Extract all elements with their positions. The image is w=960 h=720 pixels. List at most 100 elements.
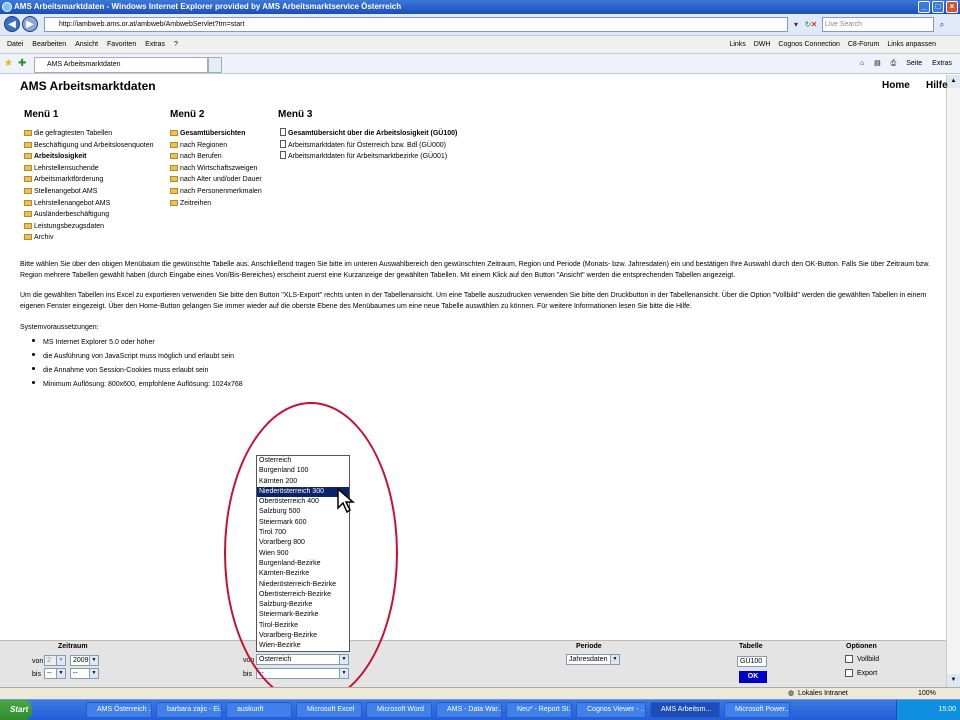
menu1-item[interactable]: Stellenangebot AMS [24, 186, 153, 198]
bis-label: bis [32, 671, 41, 678]
requirements-list: MS Internet Explorer 5.0 oder höher die … [32, 336, 243, 392]
address-row: ◀ ▶ http://iambweb.ams.or.at/ambweb/Ambw… [0, 14, 960, 36]
menu-favoriten[interactable]: Favoriten [107, 36, 136, 54]
scroll-up-icon[interactable]: ▲ [947, 75, 960, 88]
ok-button[interactable]: OK [739, 671, 767, 683]
menu2-item[interactable]: nach Personenmerkmalen [170, 186, 262, 198]
window-titlebar: AMS Arbeitsmarktdaten - Windows Internet… [0, 0, 960, 14]
export-checkbox[interactable] [845, 669, 853, 677]
tab-ams[interactable]: AMS Arbeitsmarktdaten [34, 57, 208, 73]
menu2-item[interactable]: nach Wirtschaftszweigen [170, 163, 262, 175]
periode-label: Periode [576, 643, 602, 650]
task-button[interactable]: Microsoft Excel [296, 702, 362, 718]
menu2-item[interactable]: nach Alter und/oder Dauer [170, 174, 262, 186]
von-label: von [32, 658, 44, 665]
menu3-item-selected[interactable]: Gesamtübersicht über die Arbeitslosigkei… [280, 128, 457, 140]
menu1-item[interactable]: Lehrstellensuchende [24, 163, 153, 175]
task-button[interactable]: auskunft [226, 702, 292, 718]
folder-icon [24, 187, 32, 194]
bis-year-select[interactable]: -- ▼ [70, 668, 99, 679]
task-button[interactable]: barbara zajic - Ei... [156, 702, 222, 718]
page-title: AMS Arbeitsmarktdaten [20, 79, 156, 93]
menu-help[interactable]: ? [174, 36, 178, 54]
vollbild-checkbox[interactable] [845, 655, 853, 663]
menu1-item-selected[interactable]: Arbeitslosigkeit [24, 151, 153, 163]
task-button[interactable]: Microsoft Word [366, 702, 432, 718]
status-bar: ◍ Lokales Intranet 100% [0, 687, 960, 699]
folder-icon [24, 176, 32, 183]
bis-month-select[interactable]: -- ▼ [44, 668, 66, 679]
folder-icon [24, 141, 32, 148]
menu2-item-selected[interactable]: Gesamtübersichten [170, 128, 262, 140]
menu-ansicht[interactable]: Ansicht [75, 36, 98, 54]
vertical-scrollbar[interactable]: ▲ ▼ [946, 75, 960, 687]
task-button[interactable]: AMS - Data War... [436, 702, 502, 718]
help-link[interactable]: Hilfe [926, 80, 948, 91]
menu1-item[interactable]: Lehrstellenangebot AMS [24, 198, 153, 210]
menu1-item[interactable]: Leistungsbezugsdaten [24, 221, 153, 233]
task-button-active[interactable]: AMS Arbeitsm... [650, 702, 720, 718]
address-bar[interactable]: http://iambweb.ams.or.at/ambweb/AmbwebSe… [44, 17, 788, 32]
menu-bearbeiten[interactable]: Bearbeiten [32, 36, 66, 54]
close-button[interactable]: × [946, 1, 958, 13]
periode-select[interactable]: Jahresdaten ▼ [566, 654, 620, 665]
instructions-paragraph-1: Bitte wählen Sie über den obigen Menübau… [20, 261, 931, 279]
folder-icon [170, 153, 178, 160]
minimize-button[interactable]: _ [918, 1, 930, 13]
task-button[interactable]: AMS Österreich ... [86, 702, 152, 718]
highlight-ellipse [224, 402, 398, 704]
system-requirements-label: Systemvoraussetzungen: [20, 324, 99, 331]
export-label: Export [857, 670, 878, 677]
menu1-item[interactable]: Archiv [24, 232, 153, 244]
start-button[interactable]: Start [0, 700, 32, 720]
stop-icon[interactable]: ✕ [808, 17, 820, 32]
chevron-down-icon: ▼ [56, 656, 65, 665]
search-icon[interactable]: ⌕ [936, 17, 948, 32]
favorites-star-icon[interactable]: ★ [4, 58, 13, 69]
menu3-item[interactable]: Arbeitsmarktdaten für Arbeitsmarktbezirk… [280, 151, 457, 163]
zoom-level[interactable]: 100% [918, 688, 936, 699]
address-dropdown-icon[interactable]: ▾ [790, 17, 802, 32]
print-icon[interactable]: ⎙ [891, 60, 897, 67]
task-button[interactable]: Cognos Viewer - ... [576, 702, 646, 718]
von-year-select[interactable]: 2009 ▼ [70, 655, 99, 666]
search-input[interactable]: Live Search [822, 17, 934, 32]
menu1-item[interactable]: die gefragtesten Tabellen [24, 128, 153, 140]
ie-logo-icon [2, 2, 12, 12]
link-cognos[interactable]: Cognos Connection [778, 36, 840, 54]
menu-datei[interactable]: Datei [7, 36, 23, 54]
menu2-item[interactable]: nach Berufen [170, 151, 262, 163]
menu-extras[interactable]: Extras [145, 36, 165, 54]
page-menu[interactable]: Seite [906, 60, 922, 67]
region-bis-label: bis [243, 671, 252, 678]
home-link[interactable]: Home [882, 80, 910, 91]
maximize-button[interactable]: □ [932, 1, 944, 13]
menu-bar: Datei Bearbeiten Ansicht Favoriten Extra… [0, 36, 960, 54]
home-icon[interactable]: ⌂ [860, 60, 864, 67]
feeds-icon[interactable]: ▤ [874, 60, 881, 67]
list-item: die Ausführung von JavaScript muss mögli… [32, 350, 243, 364]
tabelle-input[interactable]: GÜ100 [737, 656, 767, 667]
task-button[interactable]: Neu* - Report St... [506, 702, 572, 718]
chevron-down-icon: ▼ [89, 669, 98, 678]
extras-menu[interactable]: Extras [932, 60, 952, 67]
forward-button[interactable]: ▶ [22, 16, 38, 32]
menu1-list: die gefragtesten Tabellen Beschäftigung … [24, 128, 153, 244]
link-customize[interactable]: Links anpassen [887, 36, 936, 54]
link-dwh[interactable]: DWH [754, 36, 771, 54]
link-c8forum[interactable]: C8-Forum [848, 36, 880, 54]
list-item: MS Internet Explorer 5.0 oder höher [32, 336, 243, 350]
menu2-item[interactable]: nach Regionen [170, 140, 262, 152]
task-button[interactable]: Microsoft Power... [724, 702, 790, 718]
new-tab-button[interactable] [208, 57, 222, 73]
menu2-item[interactable]: Zeitreihen [170, 198, 262, 210]
back-button[interactable]: ◀ [4, 16, 20, 32]
menu1-item[interactable]: Ausländerbeschäftigung [24, 209, 153, 221]
menu1-item[interactable]: Beschäftigung und Arbeitslosenquoten [24, 140, 153, 152]
menu1-item[interactable]: Arbeitsmarktförderung [24, 174, 153, 186]
add-favorite-icon[interactable]: ✚ [18, 58, 26, 69]
menu3-list: Gesamtübersicht über die Arbeitslosigkei… [280, 128, 457, 163]
scroll-down-icon[interactable]: ▼ [947, 674, 960, 687]
menu3-item[interactable]: Arbeitsmarktdaten für Österreich bzw. Bd… [280, 139, 457, 152]
von-month-select[interactable]: 2 ▼ [44, 655, 66, 666]
